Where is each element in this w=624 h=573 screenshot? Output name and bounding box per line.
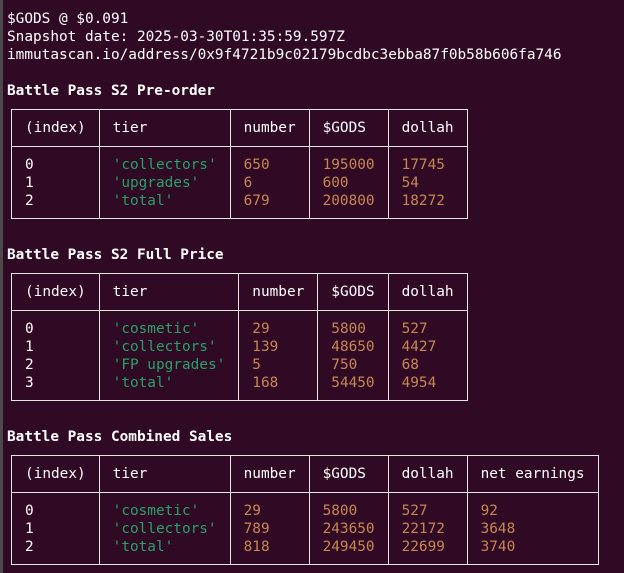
table-cell: 54450 — [317, 374, 389, 401]
combined-title: Battle Pass Combined Sales — [7, 429, 233, 445]
table-cell: 4427 — [387, 338, 468, 356]
table-cell: 'cosmetic' — [98, 310, 240, 338]
table-cell: 5800 — [308, 492, 389, 520]
column-header: $GODS — [308, 109, 389, 147]
table-cell: 18272 — [387, 192, 468, 219]
column-header: tier — [98, 273, 240, 311]
table-cell: 54 — [387, 174, 468, 192]
column-header: dollah — [387, 109, 468, 147]
table-row: 1'upgrades' 6 600 54 — [11, 174, 468, 192]
table-cell: 'FP upgrades' — [98, 356, 240, 374]
column-header: number — [238, 273, 319, 311]
table-cell: 168 — [238, 374, 319, 401]
column-header: $GODS — [317, 273, 389, 311]
fullprice-table: (index) tier number $GODS dollah 0'cosmetic'… — [11, 273, 468, 401]
table-cell: 1 — [11, 520, 100, 538]
table-cell: 139 — [238, 338, 319, 356]
snapshot-date-line: Snapshot date: 2025-03-30T01:35:59.597Z — [7, 29, 345, 45]
table-row: 2'total' 679 200800 18272 — [11, 192, 468, 219]
table-cell: 200800 — [308, 192, 389, 219]
table-row: 2 'FP upgrades' 5 750 68 — [11, 356, 468, 374]
table-cell: 1 — [11, 174, 100, 192]
table-row: 2'total' 818 249450 22699 3740 — [11, 538, 599, 565]
preorder-title: Battle Pass S2 Pre-order — [7, 83, 215, 99]
table-row: 3'total' 168 54450 4954 — [11, 374, 468, 401]
table-cell: 0 — [11, 310, 100, 338]
table-cell: 600 — [308, 174, 389, 192]
column-header: (index) — [11, 109, 100, 147]
column-header: $GODS — [308, 455, 389, 493]
terminal-output: $GODS @ $0.091 Snapshot date: 2025-03-30… — [7, 10, 620, 565]
table-cell: 3648 — [466, 520, 599, 538]
column-header: (index) — [11, 273, 100, 311]
column-header: tier — [98, 455, 231, 493]
table-cell: 48650 — [317, 338, 389, 356]
table-cell: 'total' — [98, 538, 231, 565]
table-cell: 92 — [466, 492, 599, 520]
address-line: immutascan.io/address/0x9f4721b9c02179bc… — [7, 47, 562, 63]
table-cell: 22172 — [387, 520, 468, 538]
column-header: number — [229, 455, 310, 493]
table-cell: 6 — [229, 174, 310, 192]
column-header: dollah — [387, 273, 468, 311]
table-row: 1'collectors' 139 48650 4427 — [11, 338, 468, 356]
column-header: number — [229, 109, 310, 147]
table-cell: 5800 — [317, 310, 389, 338]
table-cell: 29 — [238, 310, 319, 338]
column-header: tier — [98, 109, 231, 147]
table-cell: 195000 — [308, 146, 389, 174]
table-row: 0'collectors' 650 195000 17745 — [11, 146, 468, 174]
combined-table: (index) tier number $GODS dollah net earnings… — [11, 455, 599, 565]
table-cell: 68 — [387, 356, 468, 374]
table-cell: 527 — [387, 310, 468, 338]
table-cell: 789 — [229, 520, 310, 538]
table-cell: 2 — [11, 538, 100, 565]
table-row: 0'cosmetic' 29 5800 527 92 — [11, 492, 599, 520]
table-cell: 'collectors' — [98, 146, 231, 174]
table-cell: 22699 — [387, 538, 468, 565]
table-cell: 750 — [317, 356, 389, 374]
column-header: net earnings — [466, 455, 599, 493]
table-cell: 3 — [11, 374, 100, 401]
table-cell: 'total' — [98, 192, 231, 219]
column-header: dollah — [387, 455, 468, 493]
table-cell: 'cosmetic' — [98, 492, 231, 520]
table-cell: 243650 — [308, 520, 389, 538]
table-cell: 29 — [229, 492, 310, 520]
table-cell: 5 — [238, 356, 319, 374]
table-cell: 17745 — [387, 146, 468, 174]
table-cell: 1 — [11, 338, 100, 356]
table-cell: 527 — [387, 492, 468, 520]
window-left-border — [0, 0, 3, 573]
table-cell: 249450 — [308, 538, 389, 565]
preorder-table: (index) tier number $GODS dollah 0'collector… — [11, 109, 468, 219]
table-row: 0'cosmetic' 29 5800 527 — [11, 310, 468, 338]
table-cell: 'upgrades' — [98, 174, 231, 192]
table-cell: 'collectors' — [98, 338, 240, 356]
table-cell: 4954 — [387, 374, 468, 401]
table-cell: 2 — [11, 192, 100, 219]
column-header: (index) — [11, 455, 100, 493]
table-cell: 679 — [229, 192, 310, 219]
table-cell: 0 — [11, 492, 100, 520]
table-cell: 'total' — [98, 374, 240, 401]
table-cell: 2 — [11, 356, 100, 374]
fullprice-title: Battle Pass S2 Full Price — [7, 247, 224, 263]
table-cell: 818 — [229, 538, 310, 565]
table-cell: 3740 — [466, 538, 599, 565]
price-line: $GODS @ $0.091 — [7, 11, 129, 27]
table-cell: 0 — [11, 146, 100, 174]
table-row: 1'collectors' 789 243650 22172 3648 — [11, 520, 599, 538]
table-cell: 'collectors' — [98, 520, 231, 538]
table-cell: 650 — [229, 146, 310, 174]
